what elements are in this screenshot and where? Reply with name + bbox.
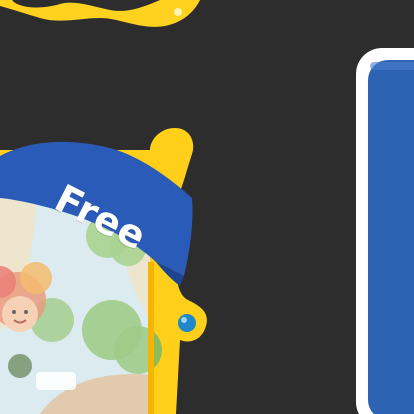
game-card[interactable]: Free <box>0 0 414 414</box>
